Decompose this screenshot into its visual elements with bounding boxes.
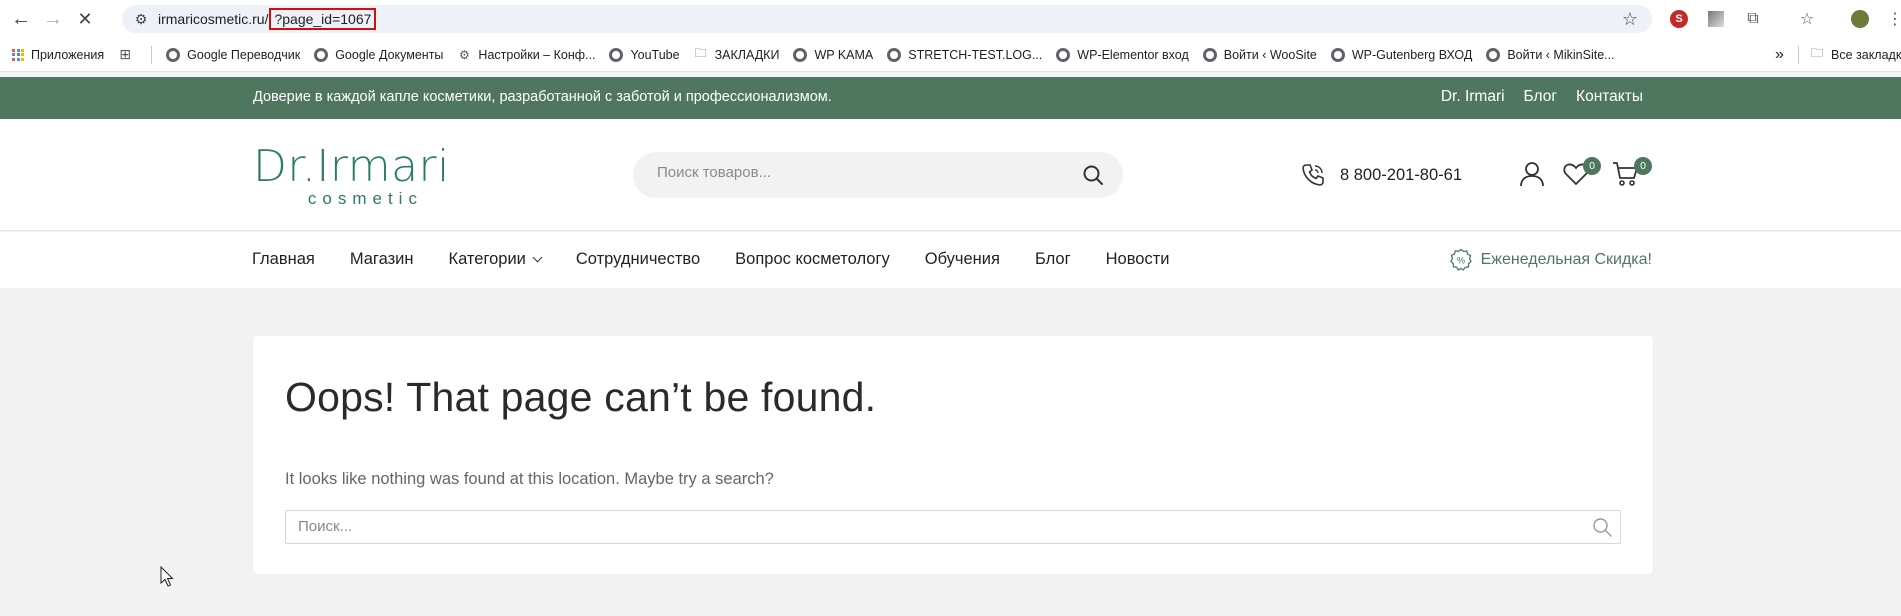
url-host: irmaricosmetic.ru/: [158, 11, 269, 27]
bookmark-item[interactable]: WP KAMA: [793, 47, 873, 62]
globe-icon: [166, 47, 181, 62]
phone-contact[interactable]: 8 800-201-80-61: [1300, 162, 1462, 188]
profile-avatar-icon[interactable]: [1849, 8, 1871, 30]
menu-item-blog[interactable]: Блог: [1035, 250, 1071, 269]
page-search: [285, 510, 1621, 544]
menu-item-cooperation[interactable]: Сотрудничество: [576, 250, 700, 269]
extensions-puzzle-icon[interactable]: ⧉: [1742, 8, 1764, 30]
mouse-cursor-icon: [160, 566, 174, 587]
bookmark-item[interactable]: ⚙ Настройки – Конф...: [457, 48, 595, 62]
reading-list-star-icon[interactable]: ☆: [1796, 8, 1818, 30]
globe-icon: [1486, 47, 1501, 62]
stop-loading-icon[interactable]: ✕: [72, 6, 98, 32]
bookmark-folder[interactable]: 🗀 ЗАКЛАДКИ: [694, 46, 780, 62]
bookmark-item[interactable]: WP-Gutenberg ВХОД: [1330, 47, 1472, 62]
extension-s-icon[interactable]: S: [1668, 8, 1690, 30]
bookmark-item[interactable]: Google Документы: [314, 47, 443, 62]
user-account-icon[interactable]: [1518, 160, 1546, 188]
site-topbar: Доверие в каждой капле косметики, разраб…: [0, 77, 1901, 119]
bookmark-item[interactable]: Google Переводчик: [166, 47, 300, 62]
page-title: Oops! That page can’t be found.: [285, 374, 877, 420]
bookmarks-bar: Приложения ⊞ Google Переводчик Google До…: [0, 38, 1901, 72]
discount-badge-icon: %: [1449, 248, 1472, 271]
bookmarks-divider: [151, 45, 153, 64]
menu-item-courses[interactable]: Обучения: [925, 250, 1000, 269]
apps-grid-icon: [12, 48, 24, 61]
more-bookmarks-button[interactable]: »: [1775, 46, 1784, 64]
search-icon[interactable]: [1592, 517, 1612, 537]
bookmark-apps[interactable]: Приложения: [12, 48, 104, 62]
bookmark-item[interactable]: Войти ‹ WooSite: [1202, 47, 1317, 62]
forward-arrow-icon[interactable]: →: [40, 6, 66, 32]
phone-icon: [1302, 164, 1324, 186]
topbar-link-contacts[interactable]: Контакты: [1576, 88, 1643, 106]
site-logo[interactable]: Dr.Irmari cosmetic: [253, 145, 450, 209]
phone-number: 8 800-201-80-61: [1340, 165, 1463, 184]
svg-text:%: %: [1457, 256, 1465, 266]
globe-icon: [887, 47, 902, 62]
menu-item-home[interactable]: Главная: [252, 250, 315, 269]
topbar-message: Доверие в каждой капле косметики, разраб…: [253, 89, 832, 105]
browser-menu-icon[interactable]: ⋮: [1884, 8, 1901, 30]
menu-item-shop[interactable]: Магазин: [350, 250, 414, 269]
site-header: Dr.Irmari cosmetic 8 800-201-80-61 0 0: [0, 119, 1901, 231]
topbar-link-blog[interactable]: Блог: [1524, 88, 1558, 106]
cart-count-badge: 0: [1634, 157, 1652, 175]
weekly-discount-link[interactable]: % Еженедельная Скидка!: [1449, 248, 1652, 272]
globe-icon: [793, 47, 808, 62]
site-settings-icon[interactable]: ⚙: [132, 10, 150, 28]
not-found-card: Oops! That page can’t be found. It looks…: [253, 336, 1653, 574]
globe-icon: [1056, 47, 1071, 62]
bookmark-tab-groups[interactable]: ⊞: [118, 46, 139, 62]
topbar-link-dr-irmari[interactable]: Dr. Irmari: [1441, 88, 1505, 106]
logo-sub-text: cosmetic: [307, 189, 423, 208]
page-search-input[interactable]: [298, 518, 1498, 535]
bookmark-item[interactable]: YouTube: [609, 47, 680, 62]
search-icon[interactable]: [1081, 163, 1105, 187]
globe-icon: [1202, 47, 1217, 62]
tab-groups-icon: ⊞: [119, 46, 131, 62]
menu-items: Главная Магазин Категории Сотрудничество…: [252, 250, 1204, 269]
menu-item-categories[interactable]: Категории: [448, 250, 543, 269]
bookmark-star-icon[interactable]: ☆: [1622, 9, 1638, 30]
product-search-input[interactable]: [657, 164, 1057, 181]
globe-icon: [609, 47, 624, 62]
chevron-down-icon: [532, 252, 543, 263]
url-path-highlight: ?page_id=1067: [269, 8, 377, 30]
bookmarks-divider: [1798, 45, 1799, 64]
main-navigation: Главная Магазин Категории Сотрудничество…: [0, 232, 1901, 288]
globe-icon: [314, 47, 329, 62]
folder-icon: 🗀: [1810, 46, 1823, 60]
globe-icon: [1330, 47, 1345, 62]
back-arrow-icon[interactable]: ←: [8, 6, 34, 32]
logo-main-text: Dr.Irmari: [253, 141, 450, 192]
browser-toolbar: ← → ✕ ⚙ irmaricosmetic.ru/?page_id=1067 …: [0, 0, 1901, 38]
menu-item-news[interactable]: Новости: [1106, 250, 1170, 269]
weekly-discount-label: Еженедельная Скидка!: [1480, 251, 1652, 268]
topbar-links: Dr. Irmari Блог Контакты: [1441, 88, 1643, 106]
bookmark-item[interactable]: Войти ‹ MikinSite...: [1486, 47, 1615, 62]
bookmark-item[interactable]: STRETCH-TEST.LOG...: [887, 47, 1042, 62]
all-bookmarks-folder[interactable]: 🗀 Все закладки: [1810, 46, 1901, 62]
folder-icon: 🗀: [694, 46, 707, 60]
extension-gradient-icon[interactable]: [1705, 8, 1727, 30]
product-search: [633, 152, 1123, 198]
gear-icon: ⚙: [459, 47, 470, 62]
bookmark-item[interactable]: WP-Elementor вход: [1056, 47, 1189, 62]
wishlist-count-badge: 0: [1583, 157, 1601, 175]
address-bar[interactable]: ⚙ irmaricosmetic.ru/?page_id=1067 ☆: [122, 5, 1652, 33]
menu-item-cosmetologist-question[interactable]: Вопрос косметологу: [735, 250, 890, 269]
not-found-message: It looks like nothing was found at this …: [285, 470, 774, 488]
